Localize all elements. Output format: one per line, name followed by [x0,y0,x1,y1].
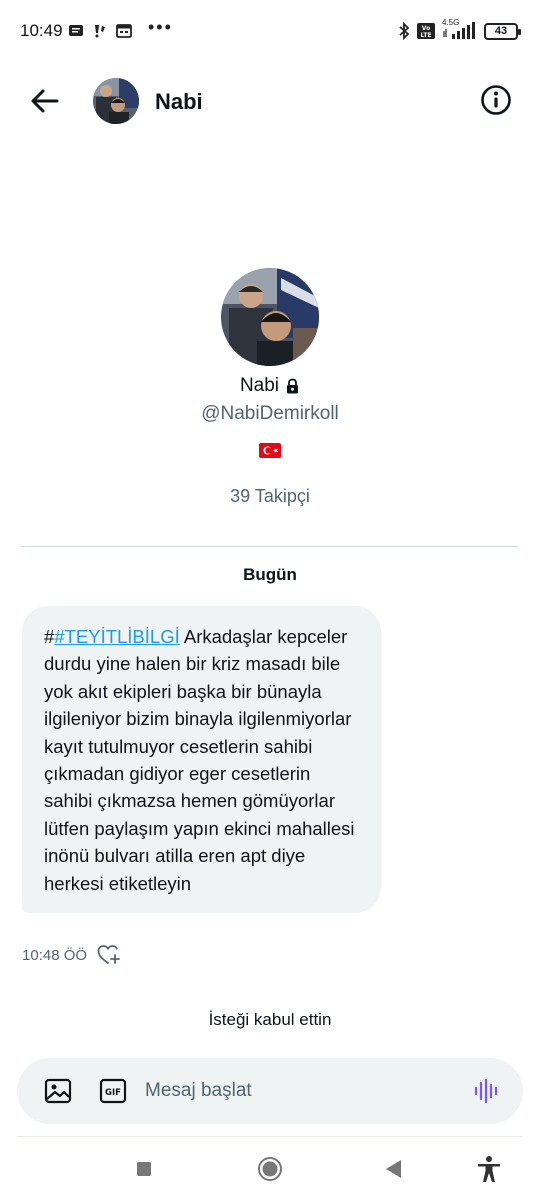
accessibility-icon[interactable] [474,1154,504,1184]
message-notification-icon [69,25,83,36]
message-composer: GIF [17,1058,523,1124]
bluetooth-icon [399,22,410,40]
turkey-flag-icon [259,443,281,458]
avatar-image [93,78,139,124]
header-name[interactable]: Nabi [155,89,203,115]
hash-prefix: # [44,626,55,647]
message-timestamp: 10:48 ÖÖ [22,946,88,964]
calendar-notification-icon [116,24,132,38]
message-text: Arkadaşlar kepceler durdu yine halen bir… [44,626,355,894]
message-meta: 10:48 ÖÖ [22,944,121,966]
status-time: 10:49 [20,21,63,40]
back-arrow-icon[interactable] [28,84,62,118]
lock-icon [287,378,299,394]
header-avatar[interactable] [93,78,139,124]
profile-avatar[interactable] [221,268,319,366]
status-notification-icons [68,21,132,41]
conversation-header: Nabi [0,64,540,138]
info-icon[interactable] [480,84,512,116]
section-divider [22,546,518,547]
gif-icon[interactable]: GIF [99,1077,127,1105]
signal-strength-icon: 4.5G [442,18,478,41]
svg-text:Vo: Vo [422,25,430,32]
battery-indicator: 43 [484,22,521,40]
add-reaction-heart-icon[interactable] [97,944,121,966]
back-nav-icon[interactable] [379,1154,409,1184]
navigation-divider [17,1136,523,1137]
profile-handle: @NabiDemirkoll [201,403,339,424]
alert-notification-icon [95,25,105,38]
hashtag-link[interactable]: #TEYİTLİBİLGİ [54,626,179,647]
more-notifications-icon: ••• [148,17,173,37]
svg-text:LTE: LTE [420,32,431,39]
avatar-image [221,268,319,366]
message-input[interactable] [145,1072,455,1110]
svg-text:GIF: GIF [105,1088,121,1098]
profile-summary: Nabi @NabiDemirkoll 39 Takipçi [0,268,540,507]
battery-level: 43 [494,25,508,37]
request-accepted-note: İsteği kabul ettin [208,1010,332,1029]
day-separator: Bugün [243,565,297,584]
voice-message-icon[interactable] [473,1077,501,1105]
followers-count[interactable]: 39 Takipçi [0,486,540,507]
status-system-icons: Vo LTE 4.5G 43 [398,18,521,42]
recent-apps-icon[interactable] [129,1154,159,1184]
system-navigation-bar [0,1142,540,1200]
image-icon[interactable] [43,1076,73,1106]
status-bar: 10:49 ••• Vo LTE 4.5G 43 [0,0,540,64]
profile-name: Nabi [239,375,280,396]
volte-icon: VoLTE [417,23,435,39]
home-icon[interactable] [255,1154,285,1184]
message-bubble[interactable]: ##TEYİTLİBİLGİ Arkadaşlar kepceler durdu… [22,606,381,914]
